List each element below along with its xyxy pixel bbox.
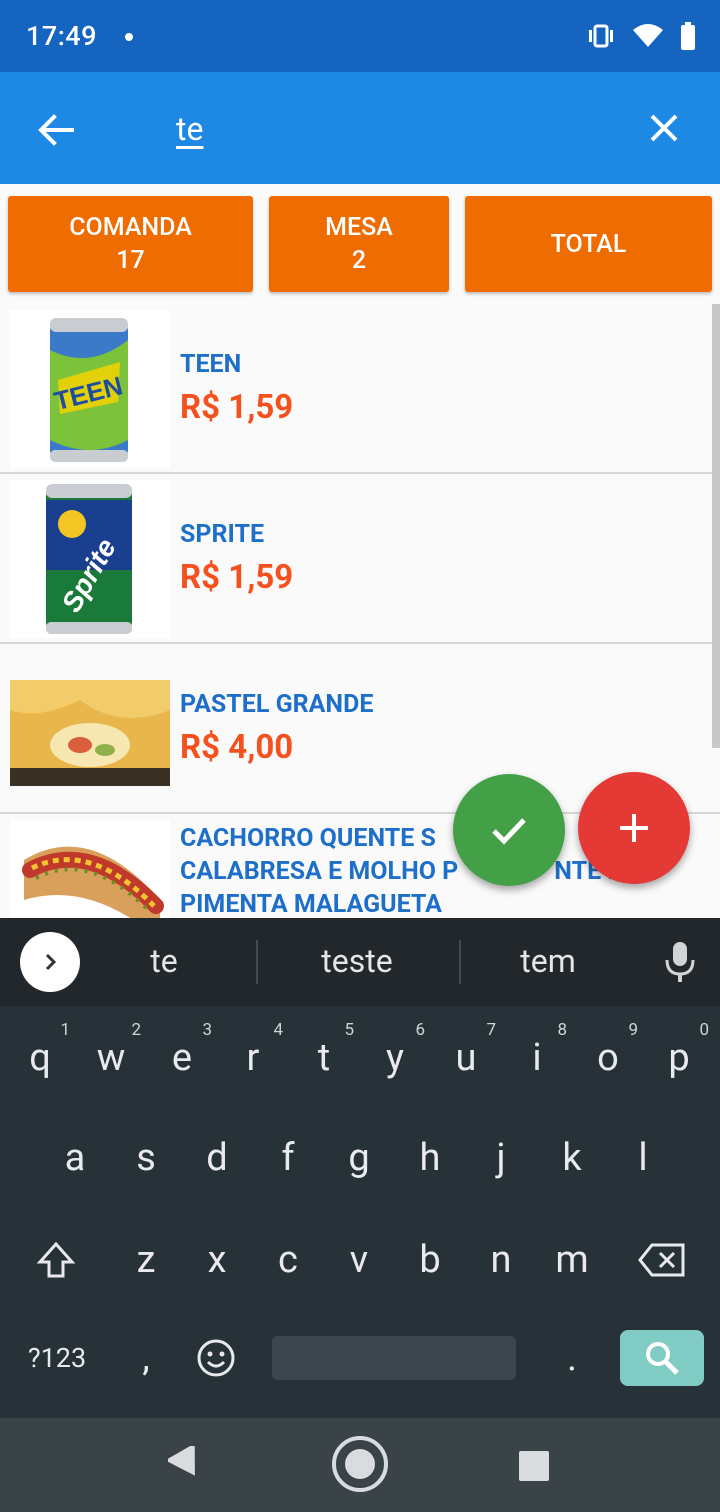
backspace-key[interactable] xyxy=(620,1220,704,1300)
add-button[interactable] xyxy=(578,772,690,884)
key-t[interactable]: t5 xyxy=(288,1018,360,1098)
key-a[interactable]: a xyxy=(39,1118,111,1198)
key-s[interactable]: s xyxy=(110,1118,182,1198)
key-u[interactable]: u7 xyxy=(430,1018,502,1098)
checkmark-icon xyxy=(492,818,526,845)
back-triangle-icon[interactable] xyxy=(168,1446,206,1482)
key-m[interactable]: m xyxy=(536,1220,608,1300)
list-scrollbar[interactable] xyxy=(712,304,720,748)
suggestion-2[interactable]: teste xyxy=(277,942,437,980)
product-name: SPRITE xyxy=(180,520,265,549)
shift-icon xyxy=(36,1241,76,1278)
symbols-key[interactable]: ?123 xyxy=(14,1318,100,1398)
product-image-pastel xyxy=(10,650,170,808)
key-f[interactable]: f xyxy=(252,1118,324,1198)
list-item[interactable]: Sprite SPRITE R$ 1,59 xyxy=(0,474,720,644)
key-z[interactable]: z xyxy=(110,1220,182,1300)
backspace-icon xyxy=(638,1243,685,1277)
spacebar-key[interactable] xyxy=(272,1336,516,1380)
battery-icon xyxy=(681,22,695,50)
status-bar: 17:49 xyxy=(0,0,720,72)
comma-key[interactable]: , xyxy=(110,1318,182,1398)
period-key[interactable]: . xyxy=(536,1318,608,1398)
key-h[interactable]: h xyxy=(394,1118,466,1198)
keyboard-menu-button[interactable] xyxy=(20,932,80,992)
product-name: CACHORRO QUENTE SA CALABRESA E MOLHO PNT… xyxy=(180,824,638,918)
product-name: TEEN xyxy=(180,350,242,379)
order-info-buttons: COMANDA 17 MESA 2 TOTAL xyxy=(0,196,720,292)
home-circle-icon[interactable] xyxy=(330,1434,390,1494)
key-o[interactable]: o9 xyxy=(572,1018,644,1098)
comanda-label: COMANDA xyxy=(69,213,192,242)
key-r[interactable]: r4 xyxy=(217,1018,289,1098)
suggestion-bar: te teste tem xyxy=(0,918,720,1006)
key-y[interactable]: y6 xyxy=(359,1018,431,1098)
emoji-icon xyxy=(197,1339,235,1377)
vibrate-icon xyxy=(589,24,613,48)
system-nav-bar xyxy=(0,1418,720,1512)
suggestion-divider xyxy=(459,940,461,984)
product-price: R$ 1,59 xyxy=(180,558,294,597)
product-image-sprite-can: Sprite xyxy=(10,480,170,638)
product-name: PASTEL GRANDE xyxy=(180,690,374,719)
total-button[interactable]: TOTAL xyxy=(465,196,712,292)
comanda-number: 17 xyxy=(116,246,145,275)
status-icons xyxy=(586,20,696,52)
status-time: 17:49 xyxy=(26,20,98,52)
key-v[interactable]: v xyxy=(323,1220,395,1300)
notification-dot-icon xyxy=(125,33,133,41)
suggestion-divider xyxy=(256,940,258,984)
product-image-teen-can: TEEN xyxy=(10,310,170,468)
close-icon[interactable] xyxy=(644,108,684,148)
product-image-hotdog xyxy=(10,820,170,918)
plus-icon xyxy=(620,814,648,842)
mesa-button[interactable]: MESA 2 xyxy=(269,196,449,292)
product-price: R$ 4,00 xyxy=(180,728,294,767)
search-input[interactable]: te xyxy=(176,110,203,148)
key-n[interactable]: n xyxy=(465,1220,537,1300)
suggestion-1[interactable]: te xyxy=(84,942,244,980)
product-price: R$ 1,59 xyxy=(180,388,294,427)
key-w[interactable]: w2 xyxy=(75,1018,147,1098)
mesa-number: 2 xyxy=(351,246,367,275)
back-arrow-icon[interactable] xyxy=(34,108,78,152)
search-icon xyxy=(646,1342,679,1375)
chevron-right-icon xyxy=(45,953,57,971)
key-c[interactable]: c xyxy=(252,1220,324,1300)
emoji-key[interactable] xyxy=(180,1318,252,1398)
key-j[interactable]: j xyxy=(465,1118,537,1198)
total-label: TOTAL xyxy=(550,229,627,259)
search-key[interactable] xyxy=(620,1330,704,1386)
shift-key[interactable] xyxy=(20,1220,92,1300)
search-app-bar: te xyxy=(0,72,720,184)
soft-keyboard: te teste tem q1 w2 e3 r4 t5 y6 u7 i8 o9 … xyxy=(0,918,720,1418)
key-i[interactable]: i8 xyxy=(501,1018,573,1098)
microphone-icon[interactable] xyxy=(660,940,700,984)
suggestion-3[interactable]: tem xyxy=(468,942,628,980)
recents-square-icon[interactable] xyxy=(518,1450,550,1482)
mesa-label: MESA xyxy=(325,213,393,242)
key-x[interactable]: x xyxy=(181,1220,253,1300)
key-d[interactable]: d xyxy=(181,1118,253,1198)
key-b[interactable]: b xyxy=(394,1220,466,1300)
key-q[interactable]: q1 xyxy=(4,1018,76,1098)
key-p[interactable]: p0 xyxy=(643,1018,715,1098)
key-k[interactable]: k xyxy=(536,1118,608,1198)
key-e[interactable]: e3 xyxy=(146,1018,218,1098)
comanda-button[interactable]: COMANDA 17 xyxy=(8,196,253,292)
confirm-button[interactable] xyxy=(453,774,565,886)
list-item[interactable]: TEEN TEEN R$ 1,59 xyxy=(0,304,720,474)
key-l[interactable]: l xyxy=(607,1118,679,1198)
wifi-icon xyxy=(633,24,663,47)
key-g[interactable]: g xyxy=(323,1118,395,1198)
